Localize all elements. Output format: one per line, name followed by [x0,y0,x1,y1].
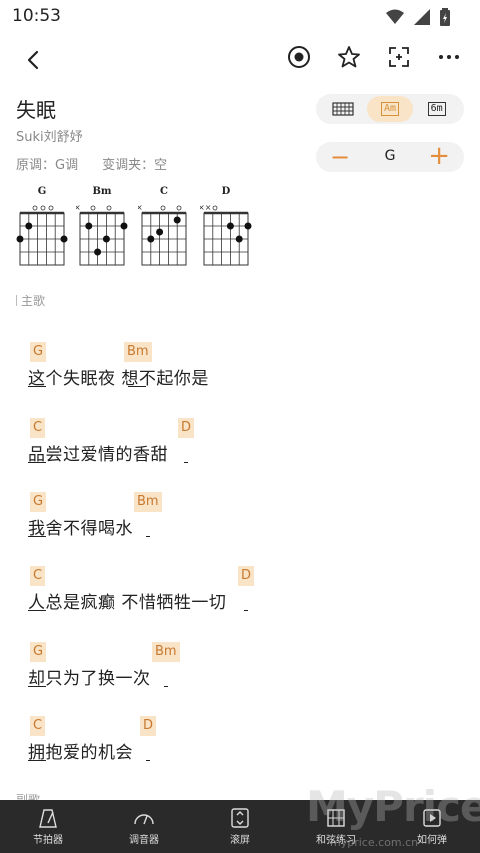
chord-diagram-g[interactable]: G [16,186,68,270]
nav-label: 调音器 [129,834,159,846]
section-label-verse: 主歌 [16,292,45,309]
fullscreen-icon [389,47,409,67]
chord-name: Bm [92,186,112,197]
chord-position-mark [28,462,46,463]
view-option-6m-label: 6m [427,102,446,116]
view-option-diagram[interactable] [320,96,367,122]
lyric-line: G Bm 这个失眠夜 想不起你是 [28,342,448,402]
chord-position-mark [184,462,188,463]
chord-tag[interactable]: G [30,342,47,362]
nav-label: 和弦练习 [316,834,356,846]
nav-chord-practice[interactable]: 和弦练习 [288,800,384,853]
chord-tag[interactable]: Bm [124,342,152,362]
status-bar: 10:53 [0,0,480,34]
signal-icon [414,9,430,25]
metronome-icon [39,808,57,828]
chord-position-mark [28,386,46,387]
bottom-nav: 节拍器 调音器 滚屏 和弦练习 如何弹 [0,800,480,853]
star-icon [338,46,360,68]
fullscreen-button[interactable] [386,44,412,70]
chord-name: D [221,186,231,197]
svg-text:×: × [138,203,143,212]
lyric-text: 人总是疯癫 不惜牺牲一切 [28,593,227,613]
chord-position-mark [146,536,150,537]
chord-tag[interactable]: Bm [134,492,162,512]
lyric-text: 却只为了换一次 [28,669,151,689]
chord-position-mark [28,760,46,761]
battery-icon [440,8,450,26]
chord-tag[interactable]: G [30,492,47,512]
chord-grid [16,205,68,266]
lyric-line: C D 品尝过爱情的香甜 [28,418,448,478]
chord-tag[interactable]: Bm [152,642,180,662]
lyric-line: G Bm 却只为了换一次 [28,642,448,702]
top-actions [286,44,462,70]
chord-position-mark [128,386,146,387]
record-icon [288,46,310,68]
more-icon [439,55,459,59]
view-option-6m[interactable]: 6m [413,96,460,122]
transpose-up-button[interactable]: + [428,143,450,169]
svg-text:××: ×× [200,203,211,212]
fretboard-icon [332,102,354,116]
nav-label: 滚屏 [230,834,250,846]
chord-tag[interactable]: C [30,418,46,438]
chord-diagram-d[interactable]: D ×× [200,186,252,270]
status-time: 10:53 [12,6,61,26]
chord-tag[interactable]: D [140,716,157,736]
lyric-text: 这个失眠夜 想不起你是 [28,369,209,389]
chord-name: C [160,186,168,197]
chord-name: G [37,186,47,197]
chord-position-mark [28,610,46,611]
back-button[interactable] [20,46,48,74]
favorite-button[interactable] [336,44,362,70]
lyric-line: C D 拥抱爱的机会 [28,716,448,776]
chord-position-mark [28,536,46,537]
view-toggle: Am 6m [316,94,464,124]
nav-metronome[interactable]: 节拍器 [0,800,96,853]
original-key: 原调：G调 [16,158,79,173]
chord-tag[interactable]: D [178,418,195,438]
key-info: 原调：G调 变调夹：空 [16,154,167,173]
nav-how-to-play[interactable]: 如何弹 [384,800,480,853]
nav-label: 节拍器 [33,834,63,846]
chord-tag[interactable]: G [30,642,47,662]
song-artist[interactable]: Suki刘舒妤 [16,126,83,145]
chord-diagrams: G Bm × C × D ×× [14,186,254,270]
chord-position-mark [28,686,46,687]
back-arrow-icon [27,50,39,70]
status-icons [386,8,450,26]
chord-diagram-bm[interactable]: Bm × [76,186,128,270]
record-button[interactable] [286,44,312,70]
lyric-line: C D 人总是疯癫 不惜牺牲一切 [28,566,448,626]
chord-position-mark [164,686,168,687]
scroll-icon [231,807,249,828]
wifi-icon [386,9,404,24]
svg-text:×: × [76,203,81,212]
view-option-am[interactable]: Am [366,96,414,122]
nav-label: 如何弹 [417,834,447,846]
play-video-icon [423,808,441,827]
chord-position-mark [244,610,248,611]
chord-tag[interactable]: C [30,566,46,586]
song-title: 失眠 [16,98,56,122]
more-button[interactable] [436,44,462,70]
transpose-control: − G + [316,142,464,172]
lyric-text: 品尝过爱情的香甜 [28,445,168,465]
view-option-am-label: Am [380,102,400,116]
chord-diagram-c[interactable]: C × [138,186,190,270]
chord-tag[interactable]: D [238,566,255,586]
chord-tag[interactable]: C [30,716,46,736]
chord-grid: ×× [200,203,252,266]
chord-position-mark [146,760,150,761]
tuner-icon [134,813,154,824]
capo-info: 变调夹：空 [102,158,168,173]
top-bar [0,34,480,84]
chord-practice-icon [327,808,345,827]
nav-tuner[interactable]: 调音器 [96,800,192,853]
chord-grid: × [76,203,128,266]
nav-autoscroll[interactable]: 滚屏 [192,800,288,853]
chord-grid: × [138,203,187,266]
lyric-line: G Bm 我舍不得喝水 [28,492,448,552]
